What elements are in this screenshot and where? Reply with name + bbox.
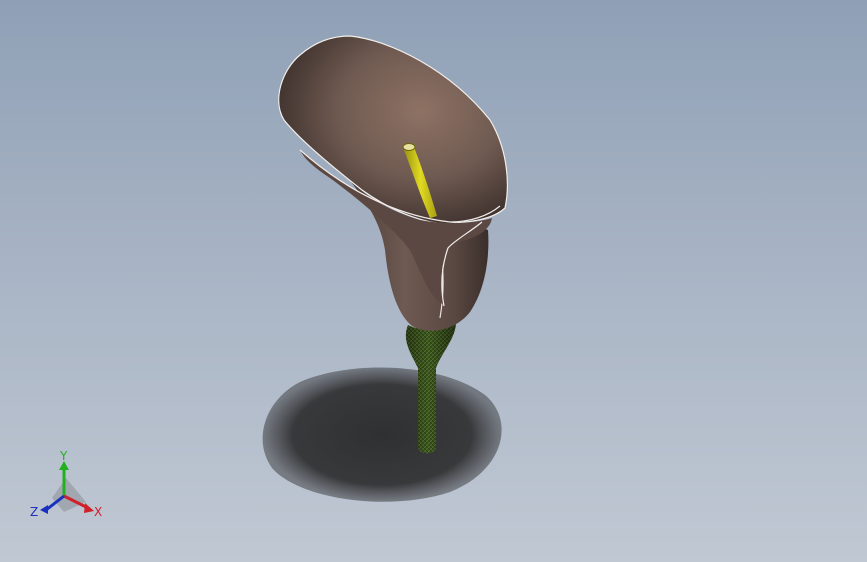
graphics-viewport[interactable]: Y X Z [0,0,867,562]
triad-y-label: Y [59,450,68,463]
model-scene[interactable] [0,0,867,562]
ground-shadow [262,367,502,502]
triad-z-axis[interactable]: Z [30,494,65,519]
triad-x-label: X [94,505,102,519]
view-orientation-triad[interactable]: Y X Z [28,450,108,524]
triad-shade [52,478,86,512]
triad-z-label: Z [30,505,38,519]
